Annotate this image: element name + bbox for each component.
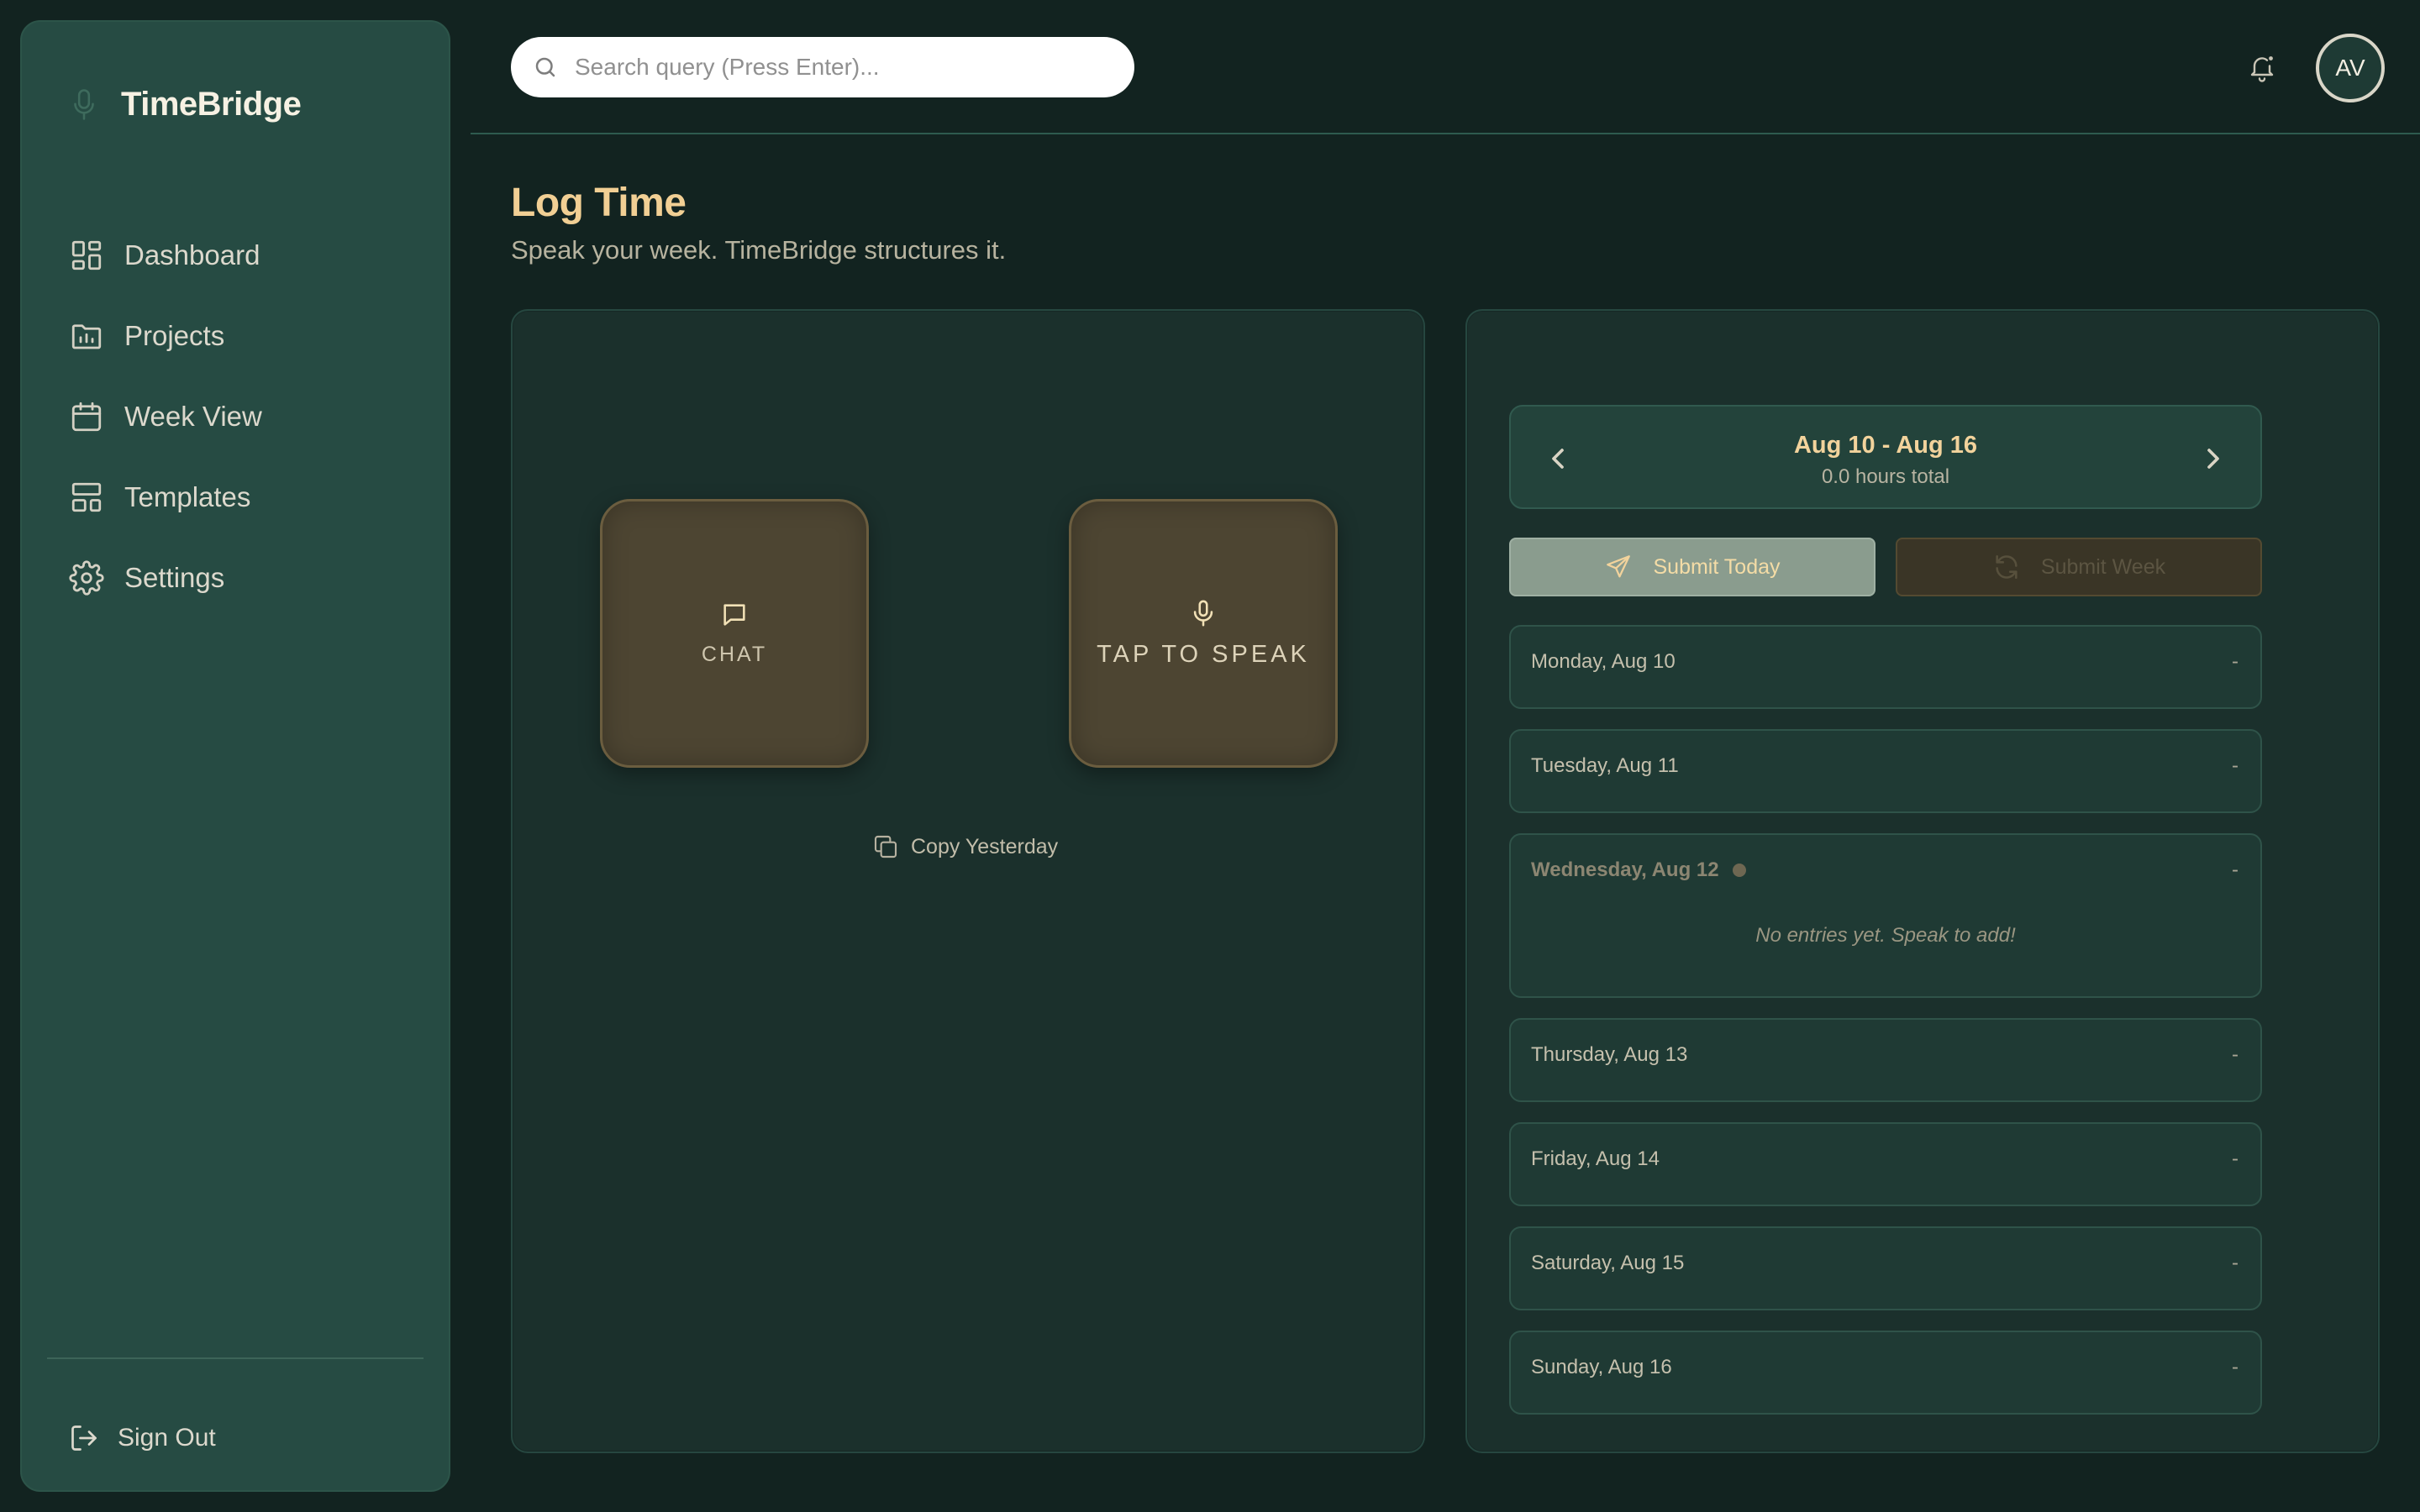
gear-icon xyxy=(69,560,104,596)
sidebar-divider xyxy=(47,1357,424,1359)
search-icon xyxy=(533,55,558,80)
week-panel: Aug 10 - Aug 16 0.0 hours total Submit T… xyxy=(1465,309,2380,1453)
layout-icon xyxy=(69,480,104,515)
copy-yesterday-button[interactable]: Copy Yesterday xyxy=(872,833,1058,860)
week-range: Aug 10 - Aug 16 xyxy=(1793,432,1978,459)
day-name: Wednesday, Aug 12 xyxy=(1531,858,1719,881)
day-card-thursday[interactable]: Thursday, Aug 13 - xyxy=(1509,1018,2262,1102)
day-name-wrap: Wednesday, Aug 12 xyxy=(1531,858,1746,882)
search-input[interactable] xyxy=(575,54,1113,81)
microphone-icon xyxy=(1189,599,1218,627)
sign-out-button[interactable]: Sign Out xyxy=(69,1423,216,1453)
day-hours: - xyxy=(2232,754,2238,777)
day-name: Saturday, Aug 15 xyxy=(1531,1252,1685,1274)
submit-today-label: Submit Today xyxy=(1653,554,1781,579)
sidebar-item-week-view[interactable]: Week View xyxy=(69,376,422,457)
day-card-saturday[interactable]: Saturday, Aug 15 - xyxy=(1509,1226,2262,1310)
day-card-friday[interactable]: Friday, Aug 14 - xyxy=(1509,1122,2262,1206)
week-total-hours: 0.0 hours total xyxy=(1821,465,1950,488)
brand-name: TimeBridge xyxy=(121,86,302,123)
day-card-sunday[interactable]: Sunday, Aug 16 - xyxy=(1509,1331,2262,1415)
send-icon xyxy=(1604,553,1633,581)
calendar-icon xyxy=(69,399,104,434)
brand[interactable]: TimeBridge xyxy=(72,86,302,123)
submit-week-label: Submit Week xyxy=(2040,554,2166,579)
tap-to-speak-button[interactable]: TAP TO SPEAK xyxy=(1069,499,1338,768)
header-divider xyxy=(471,133,2420,134)
sidebar-item-dashboard[interactable]: Dashboard xyxy=(69,215,422,296)
today-indicator-dot xyxy=(1732,864,1746,877)
notification-bell-icon[interactable] xyxy=(2247,50,2277,84)
submit-week-button[interactable]: Submit Week xyxy=(1896,538,2262,596)
day-name: Thursday, Aug 13 xyxy=(1531,1043,1688,1066)
chat-button[interactable]: CHAT xyxy=(600,499,869,768)
sidebar: TimeBridge Dashboard Projects Week View … xyxy=(20,20,450,1492)
sidebar-item-label: Week View xyxy=(124,401,262,432)
sidebar-nav: Dashboard Projects Week View Templates S… xyxy=(69,215,422,618)
day-card-tuesday[interactable]: Tuesday, Aug 11 - xyxy=(1509,729,2262,813)
sidebar-item-templates[interactable]: Templates xyxy=(69,457,422,538)
search-bar[interactable] xyxy=(511,37,1134,97)
day-hours: - xyxy=(2232,1147,2238,1170)
day-hours: - xyxy=(2232,650,2238,673)
dashboard-icon xyxy=(69,238,104,273)
day-card-monday[interactable]: Monday, Aug 10 - xyxy=(1509,625,2262,709)
sidebar-item-label: Dashboard xyxy=(124,239,260,270)
refresh-icon xyxy=(1992,553,2021,581)
day-name: Sunday, Aug 16 xyxy=(1531,1356,1672,1378)
day-hours: - xyxy=(2232,1356,2238,1378)
week-navigator: Aug 10 - Aug 16 0.0 hours total xyxy=(1509,405,2262,509)
day-hours: - xyxy=(2232,1043,2238,1066)
folder-chart-icon xyxy=(69,318,104,354)
speak-button-label: TAP TO SPEAK xyxy=(1097,640,1310,668)
day-name: Tuesday, Aug 11 xyxy=(1531,754,1679,777)
chat-button-label: CHAT xyxy=(701,642,768,666)
page-subtitle: Speak your week. TimeBridge structures i… xyxy=(511,235,1007,265)
chat-bubble-icon xyxy=(720,601,749,629)
day-card-wednesday[interactable]: Wednesday, Aug 12 - No entries yet. Spea… xyxy=(1509,833,2262,998)
sidebar-item-label: Templates xyxy=(124,481,251,512)
empty-entries-message: No entries yet. Speak to add! xyxy=(1755,924,2016,947)
log-out-icon xyxy=(69,1423,99,1453)
submit-today-button[interactable]: Submit Today xyxy=(1509,538,1876,596)
copy-icon xyxy=(872,833,899,860)
input-panel: CHAT TAP TO SPEAK Copy Yesterday xyxy=(511,309,1425,1453)
sidebar-item-label: Settings xyxy=(124,562,225,593)
sidebar-item-settings[interactable]: Settings xyxy=(69,538,422,618)
day-name: Monday, Aug 10 xyxy=(1531,650,1676,673)
sidebar-item-projects[interactable]: Projects xyxy=(69,296,422,376)
day-hours: - xyxy=(2232,858,2238,881)
sidebar-item-label: Projects xyxy=(124,320,225,351)
day-name: Friday, Aug 14 xyxy=(1531,1147,1660,1170)
day-hours: - xyxy=(2232,1252,2238,1274)
sign-out-label: Sign Out xyxy=(118,1424,216,1452)
user-avatar[interactable]: AV xyxy=(2316,34,2385,102)
microphone-icon xyxy=(72,87,96,123)
page-title: Log Time xyxy=(511,181,687,225)
copy-yesterday-label: Copy Yesterday xyxy=(911,834,1059,858)
chevron-right-icon[interactable] xyxy=(2196,442,2230,475)
